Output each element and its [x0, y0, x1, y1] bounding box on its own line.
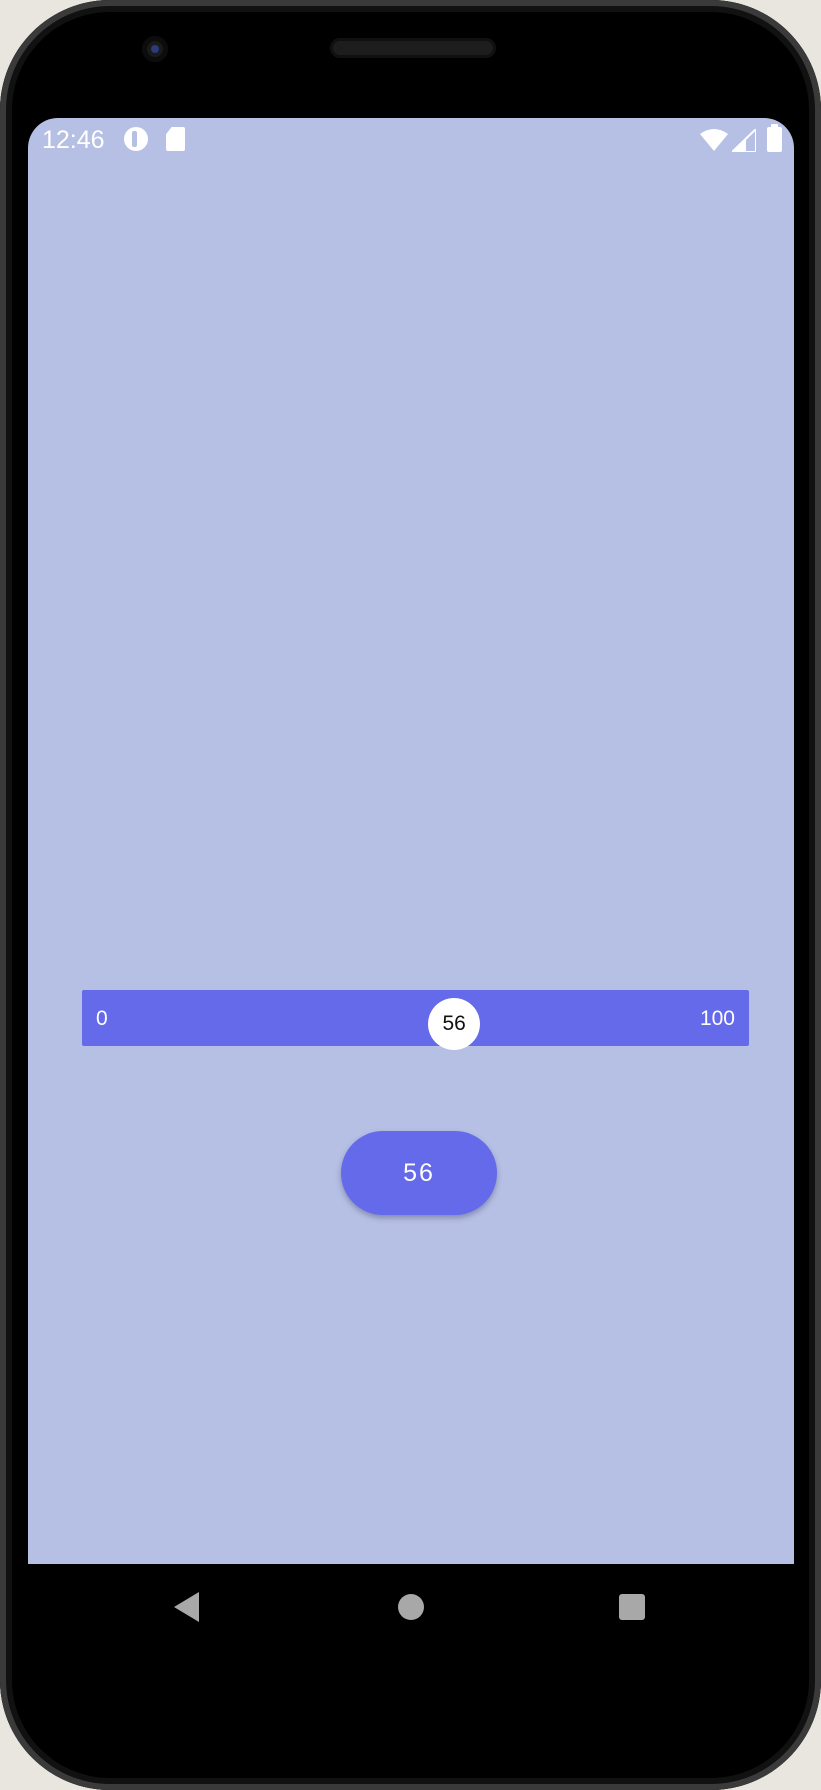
status-bar: 12:46 — [28, 118, 794, 160]
back-icon[interactable] — [174, 1592, 199, 1622]
value-button[interactable]: 56 — [341, 1131, 497, 1215]
slider-thumb-value: 56 — [442, 1012, 466, 1035]
front-camera — [142, 36, 168, 62]
value-slider[interactable]: 0 100 56 — [82, 990, 749, 1050]
home-icon[interactable] — [398, 1594, 424, 1620]
recents-icon[interactable] — [619, 1594, 645, 1620]
cellular-signal-icon — [732, 129, 756, 152]
status-time: 12:46 — [42, 126, 105, 154]
value-button-label: 56 — [403, 1158, 435, 1187]
slider-min-label: 0 — [96, 1007, 108, 1030]
app-notification-icon — [124, 127, 148, 151]
earpiece-speaker — [330, 38, 496, 58]
navigation-bar — [28, 1564, 794, 1652]
wifi-icon — [700, 129, 728, 151]
battery-icon — [767, 124, 782, 152]
slider-max-label: 100 — [699, 1007, 735, 1030]
sd-card-icon — [166, 127, 185, 151]
app-screen: 12:46 0 100 56 56 — [28, 118, 794, 1564]
slider-thumb[interactable]: 56 — [428, 998, 481, 1050]
phone-frame: 12:46 0 100 56 56 — [0, 0, 821, 1790]
